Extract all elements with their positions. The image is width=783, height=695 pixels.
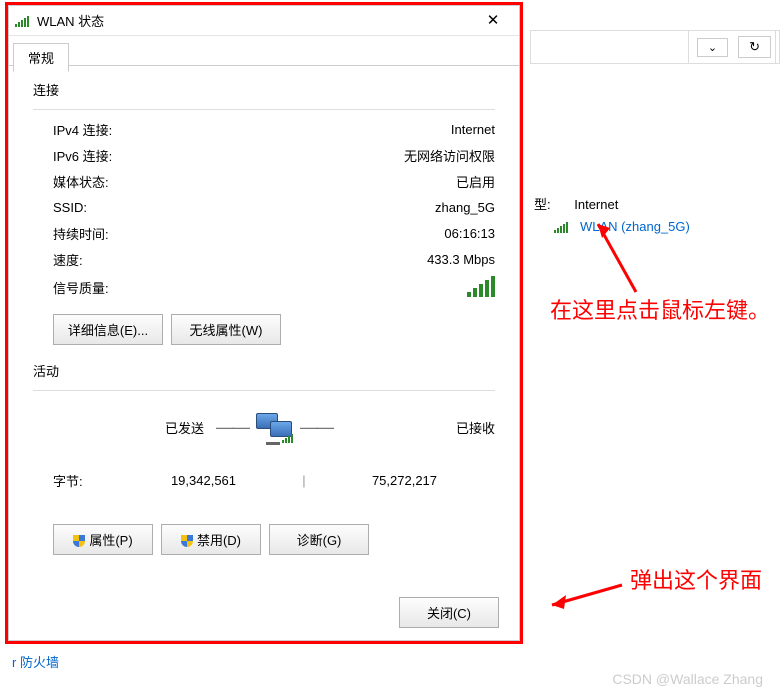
type-value: Internet: [574, 197, 618, 212]
arrow-annotation: [540, 575, 630, 615]
callout-popup: 弹出这个界面: [630, 566, 762, 597]
firewall-text[interactable]: r 防火墙: [12, 652, 59, 671]
search-input[interactable]: [688, 30, 776, 64]
type-label: 型:: [534, 194, 551, 213]
watermark: CSDN @Wallace Zhang: [612, 671, 763, 687]
wlan-link-text: WLAN (zhang_5G): [580, 219, 690, 234]
callout-click-here: 在这里点击鼠标左键。: [550, 296, 770, 327]
wlan-link[interactable]: WLAN (zhang_5G): [554, 219, 780, 234]
wifi-icon: [554, 221, 570, 233]
highlight-box: [5, 2, 523, 644]
